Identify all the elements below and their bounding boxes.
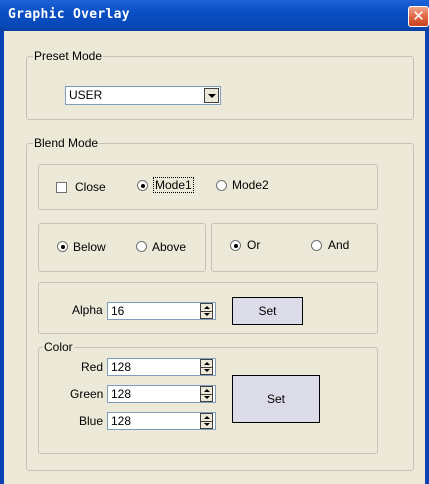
above-radio[interactable]: [136, 241, 147, 252]
chevron-down-icon: [207, 93, 216, 98]
close-button[interactable]: ✕: [408, 6, 429, 27]
spin-up-icon: [203, 361, 210, 365]
or-label: Or: [247, 238, 261, 252]
spin-up-icon: [203, 415, 210, 419]
alpha-set-button[interactable]: Set: [232, 297, 303, 325]
window-frame-right: [425, 31, 429, 484]
alpha-value: 16: [111, 304, 125, 318]
alpha-set-label: Set: [258, 304, 277, 318]
blue-value: 128: [111, 414, 132, 428]
below-radio[interactable]: [57, 241, 68, 252]
red-spinner[interactable]: [200, 359, 213, 375]
mode2-radio[interactable]: [216, 180, 227, 191]
color-set-button[interactable]: Set: [232, 375, 320, 423]
spin-up-icon: [203, 305, 210, 309]
window-frame-left: [0, 31, 4, 484]
spin-down-icon: [203, 423, 210, 427]
green-value: 128: [111, 387, 132, 401]
and-radio[interactable]: [311, 240, 322, 251]
close-checkbox[interactable]: [56, 182, 67, 193]
mode1-label: Mode1: [153, 177, 194, 193]
blue-label: Blue: [79, 414, 104, 428]
mode2-label: Mode2: [232, 178, 269, 192]
preset-mode-select[interactable]: USER: [65, 86, 221, 105]
below-label: Below: [73, 240, 106, 254]
or-radio[interactable]: [230, 240, 241, 251]
blend-mode-legend: Blend Mode: [33, 136, 100, 150]
above-label: Above: [152, 240, 187, 254]
red-value: 128: [111, 360, 132, 374]
color-legend: Color: [43, 340, 74, 354]
red-label: Red: [81, 360, 104, 374]
close-icon: ✕: [412, 7, 425, 25]
spin-up-icon: [203, 388, 210, 392]
green-spinner[interactable]: [200, 386, 213, 402]
color-set-label: Set: [266, 392, 285, 406]
green-label: Green: [70, 387, 104, 401]
preset-dropdown-button[interactable]: [204, 88, 219, 103]
preset-mode-value: USER: [69, 88, 103, 102]
close-label: Close: [75, 180, 106, 194]
spin-down-icon: [203, 396, 210, 400]
and-label: And: [328, 238, 350, 252]
spin-down-icon: [203, 369, 210, 373]
blue-spinner[interactable]: [200, 413, 213, 429]
alpha-label: Alpha: [72, 303, 103, 317]
window-title: Graphic Overlay: [8, 7, 130, 22]
preset-mode-legend: Preset Mode: [33, 49, 104, 63]
alpha-spinner[interactable]: [200, 303, 213, 319]
mode1-radio[interactable]: [137, 180, 148, 191]
spin-down-icon: [203, 313, 210, 317]
